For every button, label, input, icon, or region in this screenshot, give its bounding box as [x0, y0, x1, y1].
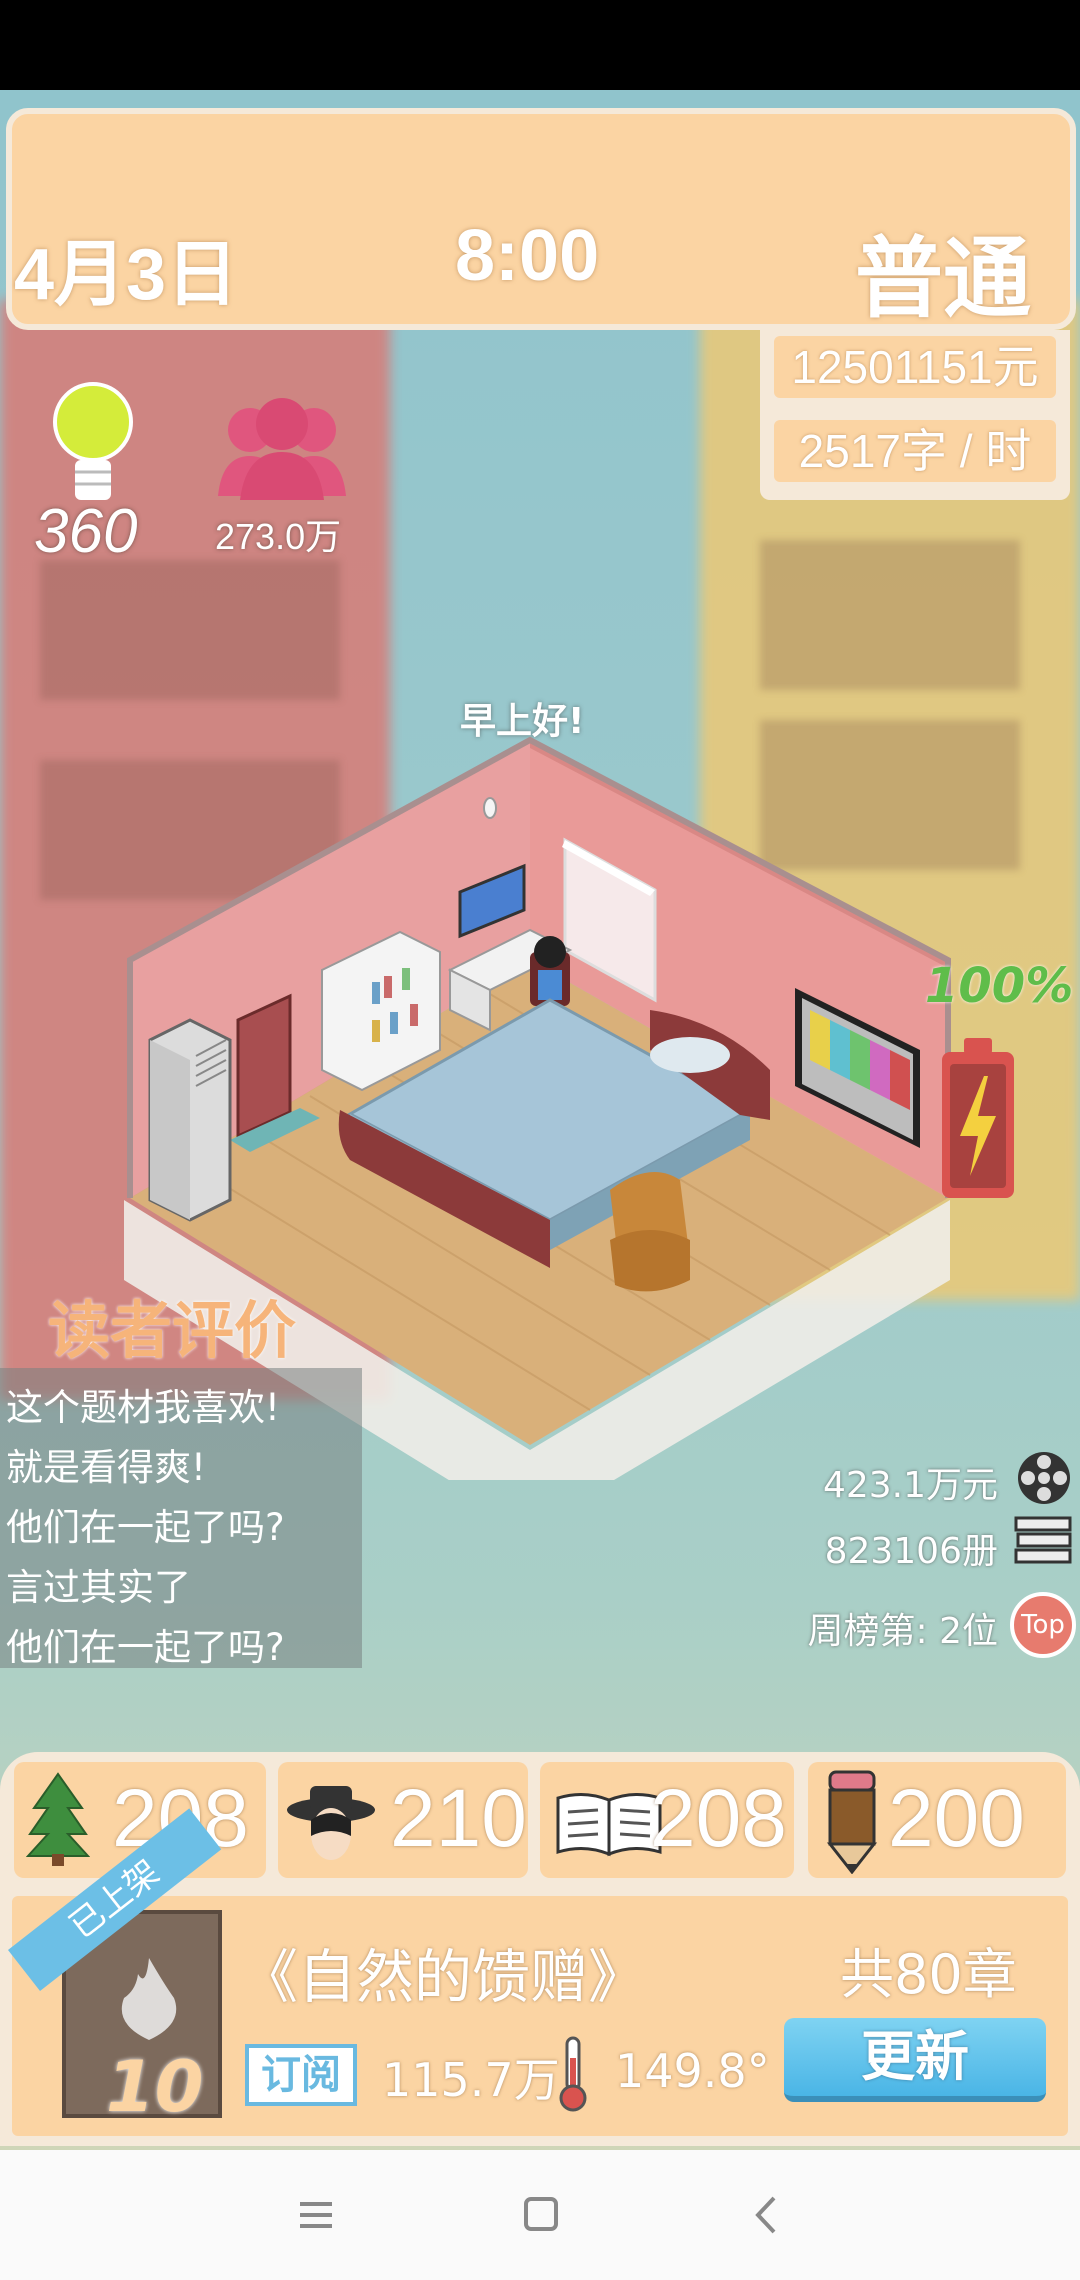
status-bar	[0, 0, 1080, 90]
income-total: 423.1万元	[822, 1465, 998, 1506]
reviews-list: 这个题材我喜欢! 就是看得爽! 他们在一起了吗? 言过其实了 他们在一起了吗?	[0, 1368, 362, 1669]
attr-value: 210	[390, 1773, 527, 1864]
detective-icon	[286, 1776, 376, 1866]
fans-count: 273.0万	[215, 516, 342, 557]
weekly-rank: 周榜第: 2位	[807, 1611, 998, 1652]
money-display: 12501151元	[774, 336, 1056, 398]
book-icon	[554, 1788, 664, 1858]
review-item: 言过其实了	[6, 1566, 191, 1609]
subscriber-count: 115.7万	[382, 2053, 560, 2107]
back-icon[interactable]	[738, 2190, 798, 2240]
attr-value: 200	[888, 1773, 1025, 1864]
copies-sold: 823106册	[824, 1531, 998, 1572]
finance-panel: 12501151元 2517字 / 时	[760, 330, 1070, 500]
books-stack-icon[interactable]	[1014, 1514, 1072, 1568]
update-button[interactable]: 更新	[784, 2018, 1046, 2102]
subscribe-badge: 订阅	[245, 2044, 357, 2106]
battery-icon[interactable]	[938, 1036, 1018, 1200]
game-date: 4月3日	[14, 235, 239, 315]
energy-percent: 100%	[925, 958, 1074, 1014]
tree-icon	[25, 1772, 91, 1868]
background-window	[760, 540, 1020, 690]
attr-writing[interactable]: 200	[808, 1762, 1066, 1878]
writing-speed: 2517字 / 时	[774, 420, 1056, 482]
game-time: 8:00	[455, 216, 600, 296]
fire-icon	[114, 1954, 184, 2044]
fans-icon[interactable]	[212, 396, 352, 506]
attr-knowledge[interactable]: 208	[540, 1762, 794, 1878]
attr-value: 208	[650, 1773, 787, 1864]
pencil-icon	[824, 1770, 880, 1875]
difficulty-mode[interactable]: 普通	[855, 208, 1031, 335]
lightbulb-icon[interactable]	[48, 380, 138, 510]
reviews-title: 读者评价	[48, 1294, 297, 1367]
menu-icon[interactable]	[286, 2190, 346, 2240]
review-item: 他们在一起了吗?	[6, 1506, 285, 1549]
film-reel-icon[interactable]	[1016, 1450, 1072, 1506]
thermometer-icon	[556, 2036, 590, 2112]
background-window	[40, 560, 340, 700]
book-title: 《自然的馈赠》	[240, 1943, 647, 2011]
chapter-count: 共80章	[840, 1943, 1017, 2006]
heat-value: 149.8°	[615, 2044, 770, 2098]
review-item: 他们在一起了吗?	[6, 1626, 285, 1669]
cover-number: 10	[106, 2046, 204, 2128]
home-icon[interactable]	[510, 2190, 570, 2240]
review-item: 就是看得爽!	[6, 1446, 206, 1489]
attr-mystery[interactable]: 210	[278, 1762, 528, 1878]
idea-value: 360	[34, 497, 138, 566]
top-rank-badge[interactable]: Top	[1010, 1592, 1076, 1658]
review-item: 这个题材我喜欢!	[6, 1386, 280, 1429]
